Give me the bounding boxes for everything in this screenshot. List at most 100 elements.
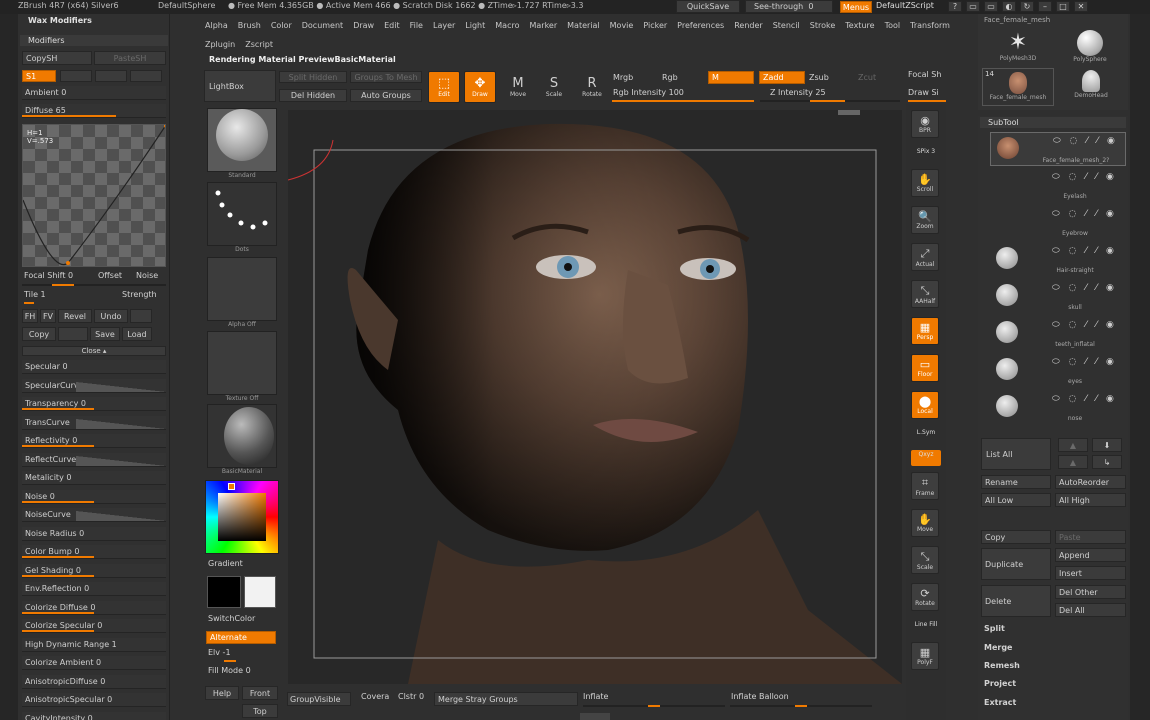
- color-square[interactable]: [218, 493, 266, 541]
- inflate-slider[interactable]: Inflate: [583, 692, 608, 701]
- menu-tool[interactable]: Tool: [885, 21, 901, 30]
- duplicate-button[interactable]: Duplicate: [981, 548, 1051, 580]
- modifier-slider[interactable]: NoiseCurve: [22, 508, 166, 522]
- s3-button[interactable]: [95, 70, 127, 82]
- menu-zscript[interactable]: Zscript: [245, 40, 273, 49]
- modifier-slider[interactable]: Specular 0: [22, 360, 166, 374]
- spix-button[interactable]: SPix 3: [911, 147, 941, 163]
- modifier-slider[interactable]: Env.Reflection 0: [22, 582, 166, 596]
- modifier-slider[interactable]: SpecularCurve: [22, 378, 166, 393]
- groups-to-mesh-button[interactable]: Groups To Mesh: [350, 71, 422, 83]
- merge-stray-groups-button[interactable]: Merge Stray Groups: [434, 692, 578, 706]
- curve-gap-button[interactable]: [58, 327, 88, 341]
- layout-icon[interactable]: ▭: [966, 1, 980, 12]
- zsub-button[interactable]: Zsub: [809, 73, 829, 82]
- list-all-button[interactable]: List All: [981, 438, 1051, 470]
- extract-section[interactable]: Extract: [984, 698, 1016, 707]
- insert-button[interactable]: Insert: [1055, 566, 1126, 580]
- menu-stencil[interactable]: Stencil: [773, 21, 800, 30]
- focal-shift-toolbar[interactable]: Focal Sh: [908, 70, 941, 79]
- menu-file[interactable]: File: [410, 21, 423, 30]
- rename-button[interactable]: Rename: [981, 475, 1051, 489]
- modifier-slider[interactable]: High Dynamic Range 1: [22, 637, 166, 652]
- curve-dim-button[interactable]: [130, 309, 152, 323]
- aahalf-button[interactable]: ⤡ AAHalf: [911, 280, 939, 308]
- modifiers-section-header[interactable]: Modifiers: [20, 35, 168, 46]
- face-mesh-tool[interactable]: 14 Face_female_mesh: [982, 68, 1054, 106]
- top-button[interactable]: Top: [242, 704, 278, 718]
- front-button[interactable]: Front: [242, 686, 278, 700]
- scale-button[interactable]: S Scale: [538, 71, 570, 103]
- strength-label[interactable]: Strength: [122, 290, 157, 299]
- subtool-toggle-icons[interactable]: ⬭ ◌ ⁄ ⁄ ◉: [1052, 246, 1117, 256]
- remesh-section[interactable]: Remesh: [984, 661, 1020, 670]
- lightbox-button[interactable]: LightBox: [204, 70, 276, 102]
- modifier-slider[interactable]: Colorize Ambient 0: [22, 656, 166, 670]
- rotate-button[interactable]: ⟳ Rotate: [911, 583, 939, 611]
- curve-fh-button[interactable]: FH: [22, 309, 38, 323]
- brush-thumb[interactable]: [207, 108, 277, 172]
- offset-label[interactable]: Offset: [98, 271, 122, 280]
- modifier-slider[interactable]: Reflectivity 0: [22, 434, 166, 448]
- menu-edit[interactable]: Edit: [384, 21, 400, 30]
- modifier-slider[interactable]: CavityIntensity 0: [22, 711, 166, 720]
- curve-undo-button[interactable]: Undo: [94, 309, 128, 323]
- see-through-slider[interactable]: See-through 0: [745, 0, 833, 13]
- z-intensity-slider[interactable]: Z Intensity 25: [770, 88, 826, 97]
- subtool-item[interactable]: ⬭ ◌ ⁄ ⁄ ◉ nose: [990, 391, 1126, 425]
- frame-button[interactable]: ⌗ Frame: [911, 472, 939, 500]
- menu-marker[interactable]: Marker: [529, 21, 557, 30]
- menu-layer[interactable]: Layer: [433, 21, 455, 30]
- copysh-button[interactable]: CopySH: [22, 51, 92, 65]
- menu-material[interactable]: Material: [567, 21, 600, 30]
- menu-macro[interactable]: Macro: [495, 21, 519, 30]
- subtool-item[interactable]: ⬭ ◌ ⁄ ⁄ ◉ Face_female_mesh_2?: [990, 132, 1126, 166]
- auto-groups-button[interactable]: Auto Groups: [350, 89, 422, 102]
- curve-revel-button[interactable]: Revel: [58, 309, 92, 323]
- modifier-slider[interactable]: Colorize Specular 0: [22, 619, 166, 633]
- demohead-tool[interactable]: DemoHead: [1066, 68, 1116, 106]
- polysphere-tool[interactable]: PolySphere: [1068, 30, 1112, 68]
- subtool-toggle-icons[interactable]: ⬭ ◌ ⁄ ⁄ ◉: [1052, 172, 1117, 182]
- move-button[interactable]: M Move: [502, 71, 534, 103]
- subtool-item[interactable]: ⬭ ◌ ⁄ ⁄ ◉ Eyebrow: [990, 206, 1126, 240]
- close-curve-button[interactable]: Close ▴: [22, 346, 166, 356]
- alpha-thumb[interactable]: [207, 257, 277, 321]
- s4-button[interactable]: [130, 70, 162, 82]
- paste-subtool-button[interactable]: Paste: [1055, 530, 1126, 544]
- down-arrow-icon[interactable]: ⬇: [1092, 438, 1122, 452]
- menu-render[interactable]: Render: [734, 21, 762, 30]
- stroke-thumb[interactable]: [207, 182, 277, 246]
- s1-button[interactable]: S1: [22, 70, 56, 82]
- draw-size-toolbar[interactable]: Draw Si: [908, 88, 939, 97]
- ambient-slider[interactable]: Ambient 0: [22, 86, 166, 100]
- modifier-slider[interactable]: AnisotropicDiffuse 0: [22, 674, 166, 689]
- up-arrow-icon[interactable]: ▲: [1058, 438, 1088, 452]
- main-color-swatch[interactable]: [207, 576, 241, 608]
- tool-top-name[interactable]: Face_female_mesh: [984, 16, 1050, 24]
- curve-load-button[interactable]: Load: [122, 327, 152, 341]
- delete-button[interactable]: Delete: [981, 585, 1051, 617]
- material-thumb[interactable]: [207, 404, 277, 468]
- zadd-button[interactable]: Zadd: [759, 71, 805, 84]
- up-small-arrow-icon[interactable]: ▲: [1058, 455, 1088, 469]
- copy-subtool-button[interactable]: Copy: [981, 530, 1051, 544]
- down-small-arrow-icon[interactable]: ↳: [1092, 455, 1122, 469]
- menu-zplugin[interactable]: Zplugin: [205, 40, 235, 49]
- modifier-slider[interactable]: Noise Radius 0: [22, 526, 166, 541]
- menu-picker[interactable]: Picker: [643, 21, 667, 30]
- subtool-toggle-icons[interactable]: ⬭ ◌ ⁄ ⁄ ◉: [1052, 320, 1117, 330]
- append-button[interactable]: Append: [1055, 548, 1126, 562]
- color-picker[interactable]: [205, 480, 279, 554]
- curve-editor[interactable]: H=1 V=.573: [22, 124, 166, 267]
- coverage-slider[interactable]: Covera: [361, 692, 389, 701]
- modifier-slider[interactable]: Gel Shading 0: [22, 563, 166, 578]
- secondary-color-swatch[interactable]: [244, 576, 276, 608]
- menu-brush[interactable]: Brush: [238, 21, 261, 30]
- clstr-slider[interactable]: Clstr 0: [398, 692, 424, 701]
- del-hidden-button[interactable]: Del Hidden: [279, 89, 347, 102]
- help-icon[interactable]: ?: [948, 1, 962, 12]
- edit-button[interactable]: ⬚ Edit: [428, 71, 460, 103]
- alternate-button[interactable]: Alternate: [206, 631, 276, 644]
- focal-shift-label[interactable]: Focal Shift 0: [24, 271, 73, 280]
